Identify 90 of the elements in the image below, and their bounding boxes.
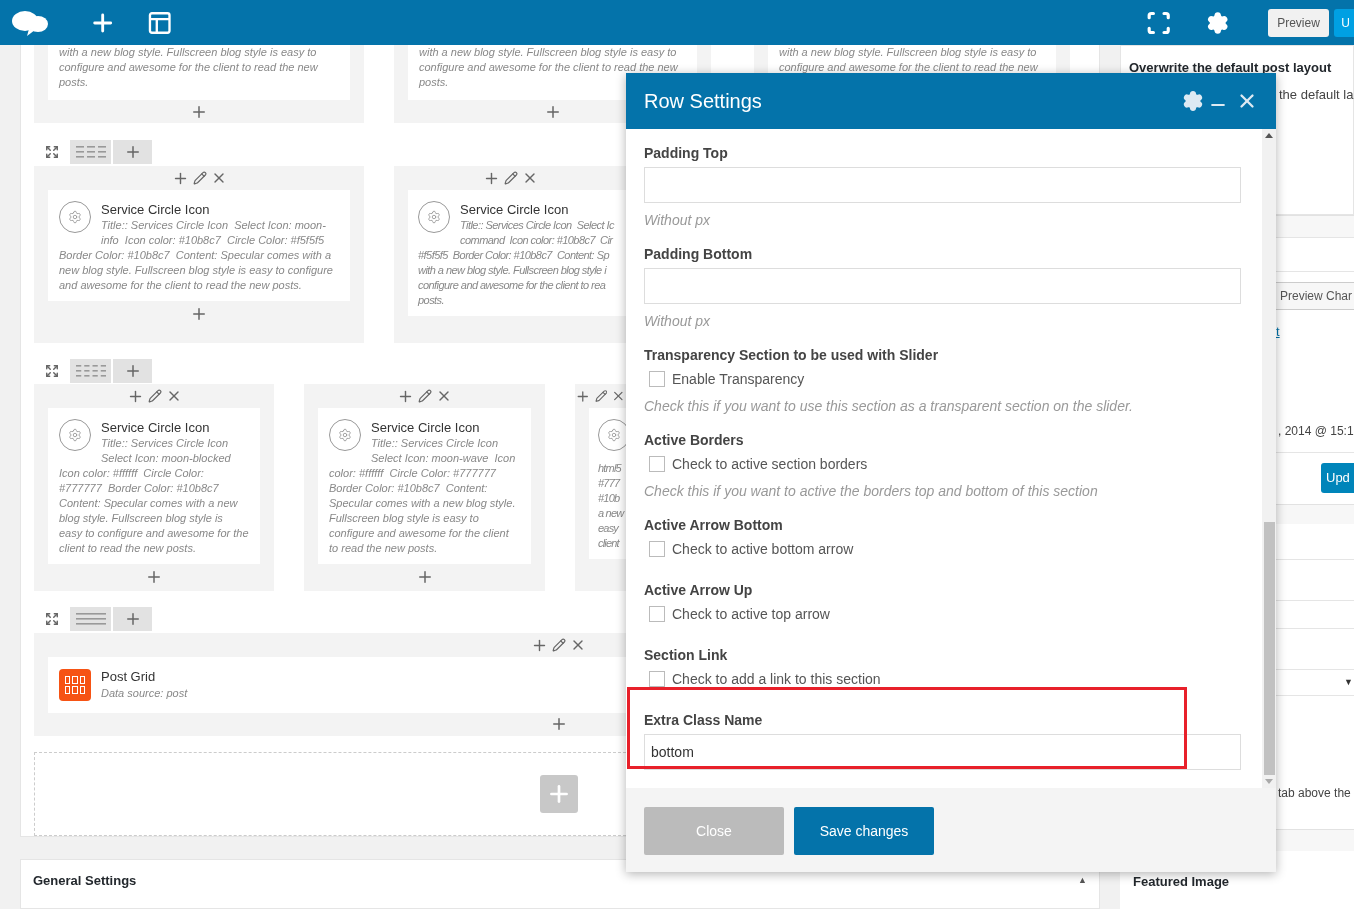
text-field[interactable]: [644, 268, 1241, 304]
columns-layout-icon: [75, 146, 106, 158]
preview-changes-button[interactable]: Preview Char: [1275, 282, 1354, 310]
date-text: , 2014 @ 15:1: [1278, 423, 1354, 440]
field-label: Transparency Section to be used with Slider: [644, 346, 940, 365]
card-text: posts.: [418, 293, 445, 308]
card-text: configure and awesome for the client to read the new: [779, 60, 1038, 73]
chat-bubbles-icon[interactable]: [11, 8, 49, 37]
card-title: Post Grid: [101, 668, 157, 685]
text-field[interactable]: [644, 167, 1241, 203]
card-text: command Icon color: #10b8c7 Cir: [460, 233, 613, 248]
card-text: Title:: Services Circle Icon Select Ic: [460, 218, 614, 233]
preview-button[interactable]: Preview: [1267, 8, 1330, 37]
card-text: posts.: [59, 75, 89, 90]
columns-layout-icon: [75, 365, 106, 377]
settings-icon[interactable]: [1206, 10, 1230, 35]
edit-icon[interactable]: [147, 389, 162, 403]
checkbox-label[interactable]: Check to active section borders: [672, 453, 868, 475]
box-title: Featured Image: [1133, 874, 1230, 889]
edit-icon[interactable]: [594, 389, 608, 403]
card-description: Title:: Services Circle Icon Select Icon: moon-wave Icon color: #ffffff Circle Color: #777777 Border Color: #10b8c7 Content: Specular comes with a new blog style. Fullscreen blog style is easy to configure and awesome for the client to read the new posts.: [329, 436, 517, 556]
card-text: configure and awesome for the client to rea: [418, 278, 606, 293]
add-column-button[interactable]: [113, 607, 152, 631]
checkbox-label[interactable]: Enable Transparency: [672, 368, 805, 390]
dialog-title: Row Settings: [644, 89, 763, 114]
box-title: Overwrite the default post layout: [1128, 59, 1333, 76]
card-title: Service Circle Icon: [101, 419, 211, 436]
field-label: Padding Top: [644, 144, 729, 163]
columns-layout-icon: [75, 613, 106, 625]
checkbox[interactable]: [649, 671, 665, 687]
card-description: Data source: post: [101, 686, 188, 701]
card-text: easy: [598, 521, 619, 536]
card-text: #10b: [598, 491, 620, 506]
edit-icon[interactable]: [552, 638, 566, 652]
card-text: posts.: [419, 75, 449, 90]
settings-icon[interactable]: [1182, 90, 1204, 112]
card-text: #777: [598, 476, 620, 491]
card-text: with a new blog style. Fullscreen blog style is easy to: [779, 45, 1037, 60]
checkbox-label[interactable]: Check to active bottom arrow: [672, 538, 854, 560]
box-text: tab above the: [1278, 786, 1351, 800]
field-hint: Check this if you want to use this section as a transparent section on the slider.: [644, 397, 1134, 416]
field-hint: Without px: [644, 312, 711, 331]
add-column-button[interactable]: [113, 140, 152, 164]
save-button[interactable]: Save changes: [794, 807, 934, 855]
checkbox-label[interactable]: Check to active top arrow: [672, 603, 830, 625]
card-text: #f5f5f5 Border Color: #10b8c7 Content: Sp: [418, 248, 609, 263]
expand-icon[interactable]: [45, 612, 59, 626]
text-field[interactable]: bottom: [644, 734, 1241, 770]
box-text: the default la: [1279, 86, 1354, 104]
checkbox[interactable]: [649, 606, 665, 622]
card-text: html5: [598, 461, 621, 476]
expand-icon[interactable]: [45, 364, 59, 378]
add-column-button[interactable]: [113, 359, 152, 383]
card-text: with a new blog style. Fullscreen blog style is easy to: [419, 45, 677, 60]
field-hint: Without px: [644, 211, 711, 230]
checkbox-label[interactable]: Check to add a link to this section: [672, 668, 881, 690]
field-label: Active Arrow Bottom: [644, 516, 784, 535]
edit-icon[interactable]: [418, 389, 432, 403]
card-text: client: [598, 536, 619, 551]
edit-icon[interactable]: [192, 171, 207, 185]
card-title: Service Circle Icon: [371, 419, 481, 436]
field-label: Extra Class Name: [644, 711, 764, 730]
checkbox[interactable]: [649, 456, 665, 472]
collapse-icon[interactable]: ▲: [1078, 874, 1087, 888]
card-text: configure and awesome for the client to read the new: [59, 60, 318, 75]
layout-icon[interactable]: [148, 10, 172, 35]
expand-icon[interactable]: [45, 145, 59, 159]
field-label: Active Borders: [644, 431, 745, 450]
add-element-icon[interactable]: [145, 568, 163, 586]
field-label: Section Link: [644, 646, 729, 665]
grid-icon: [59, 668, 91, 701]
card-title: Service Circle Icon: [101, 201, 211, 218]
field-label: Padding Bottom: [644, 245, 754, 264]
checkbox[interactable]: [649, 541, 665, 557]
fullscreen-icon[interactable]: [1145, 9, 1172, 36]
card-text: with a new blog style. Fullscreen blog style i: [418, 263, 607, 278]
card-description: Title:: Services Circle Icon Select Icon: moon-blocked Icon color: #ffffff Circle Color: #777777 Border Color: #10b8c7 Content: Specular comes with a new blog style. Fullscreen blog style is easy to configure and awesome for the client to read the new posts.: [59, 436, 249, 556]
field-label: Active Arrow Up: [644, 581, 754, 600]
update-button[interactable]: Upd: [1321, 463, 1354, 493]
card-text: with a new blog style. Fullscreen blog style is easy to: [59, 45, 317, 60]
checkbox[interactable]: [649, 371, 665, 387]
field-hint: Check this if you want to active the borders top and bottom of this section: [644, 482, 1099, 501]
card-text: a new: [598, 506, 624, 521]
card-description: Title:: Services Circle Icon Select Icon: moon-info Icon color: #10b8c7 Circle Color: #f5f5f5 Border Color: #10b8c7 Content: Specular comes with a new blog style. Fullscreen blog style is easy to configure and awesome for the client to read the new posts.: [59, 218, 334, 293]
panel-title: General Settings: [33, 872, 137, 890]
edit-icon[interactable]: [503, 171, 518, 185]
card-text: configure and awesome for the client to read the new: [419, 60, 678, 75]
card-title: Service Circle Icon: [460, 201, 570, 218]
dropdown-arrow-icon[interactable]: ▼: [1344, 675, 1353, 690]
add-element-icon[interactable]: [190, 305, 208, 323]
